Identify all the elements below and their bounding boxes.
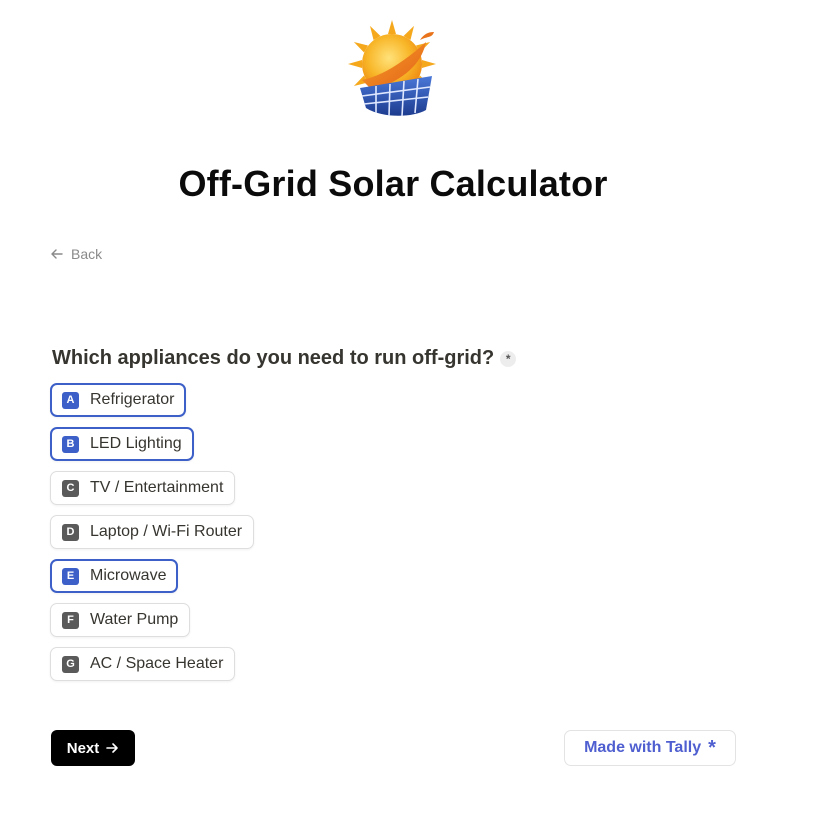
option-microwave[interactable]: E Microwave bbox=[50, 559, 179, 593]
required-icon: * bbox=[500, 350, 517, 367]
option-key-badge: C bbox=[62, 479, 79, 497]
option-label: LED Lighting bbox=[90, 435, 182, 452]
option-ac-space-heater[interactable]: G AC / Space Heater bbox=[50, 647, 236, 681]
option-key-badge: F bbox=[62, 611, 79, 629]
option-key-badge: G bbox=[62, 655, 79, 673]
option-label: AC / Space Heater bbox=[90, 655, 224, 672]
tally-badge-label: Made with Tally bbox=[584, 739, 702, 756]
option-key-badge: A bbox=[62, 391, 79, 409]
form-page: Off-Grid Solar Calculator Back Which app… bbox=[0, 0, 840, 840]
option-laptop-wifi-router[interactable]: D Laptop / Wi-Fi Router bbox=[50, 515, 255, 549]
question-heading: Which appliances do you need to run off-… bbox=[52, 347, 517, 370]
options-list: A Refrigerator B LED Lighting C TV / Ent… bbox=[50, 383, 255, 681]
option-led-lighting[interactable]: B LED Lighting bbox=[50, 427, 194, 461]
arrow-left-icon bbox=[51, 249, 63, 259]
option-water-pump[interactable]: F Water Pump bbox=[50, 603, 191, 637]
next-button-label: Next bbox=[66, 739, 100, 757]
option-label: Laptop / Wi-Fi Router bbox=[90, 523, 243, 540]
option-label: Microwave bbox=[90, 567, 167, 584]
option-key-badge: D bbox=[62, 523, 79, 541]
arrow-right-icon bbox=[106, 743, 119, 753]
tally-asterisk-icon: * bbox=[708, 737, 716, 759]
option-key-badge: E bbox=[62, 567, 79, 585]
option-label: Water Pump bbox=[90, 611, 179, 628]
page-title: Off-Grid Solar Calculator bbox=[178, 163, 608, 204]
next-button[interactable]: Next bbox=[51, 730, 135, 766]
made-with-tally-badge[interactable]: Made with Tally * bbox=[564, 730, 736, 766]
question-text: Which appliances do you need to run off-… bbox=[52, 347, 495, 369]
option-label: TV / Entertainment bbox=[90, 479, 224, 496]
option-label: Refrigerator bbox=[90, 391, 175, 408]
option-tv-entertainment[interactable]: C TV / Entertainment bbox=[50, 471, 236, 505]
back-button[interactable]: Back bbox=[50, 246, 102, 262]
back-label: Back bbox=[71, 246, 103, 262]
option-refrigerator[interactable]: A Refrigerator bbox=[50, 383, 187, 417]
option-key-badge: B bbox=[62, 435, 79, 453]
sun-solar-panel-logo-icon bbox=[348, 20, 436, 117]
